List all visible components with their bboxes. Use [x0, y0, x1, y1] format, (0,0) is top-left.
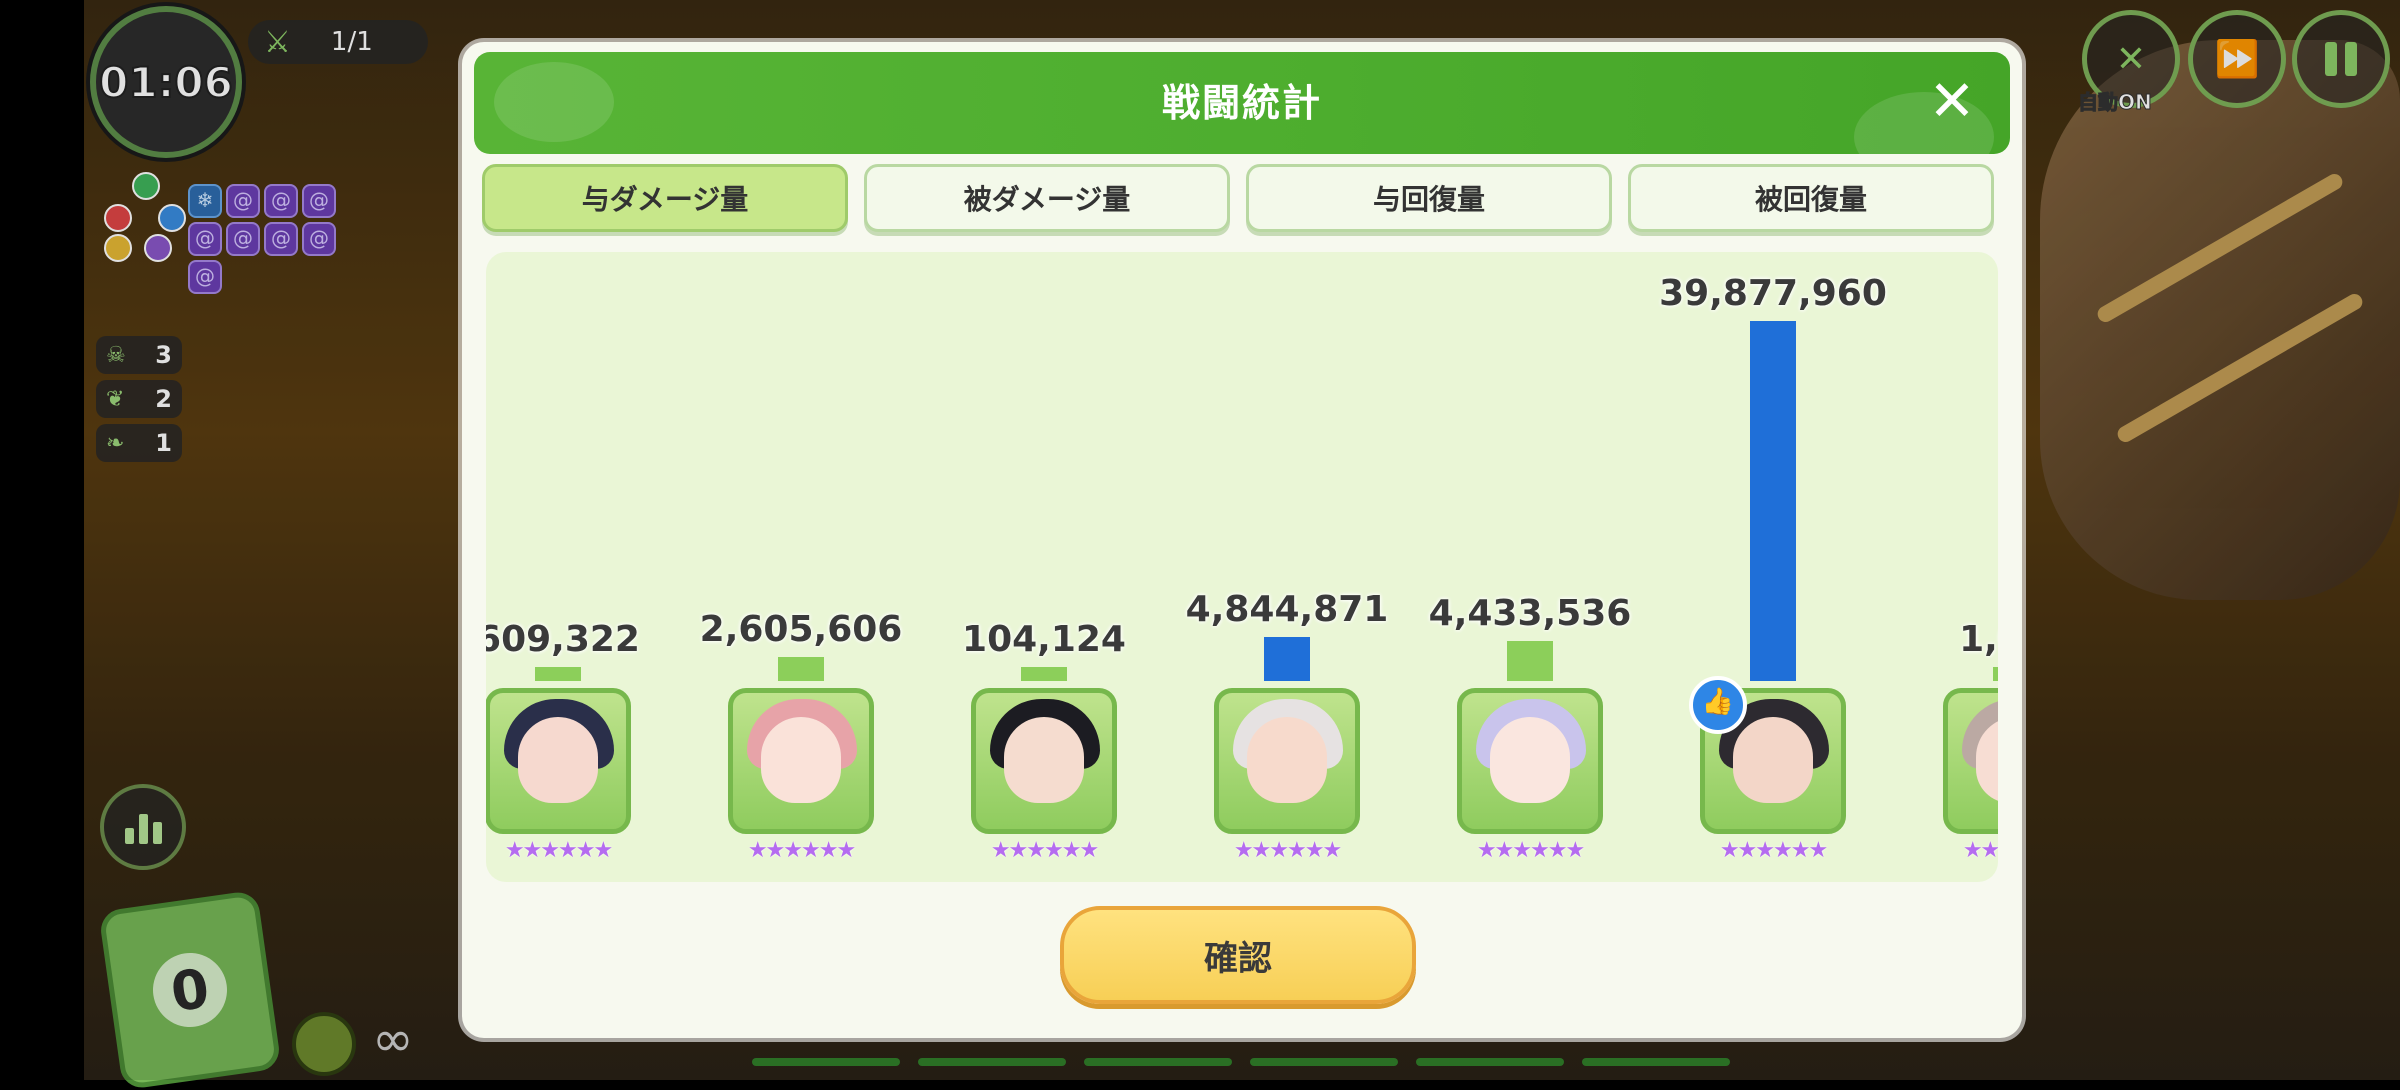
- character-column: 4,844,871 ★★★★★★: [1186, 252, 1389, 882]
- tab-damage-taken[interactable]: 被ダメージ量: [864, 164, 1230, 232]
- character-column: 609,322 ★★★★★★: [486, 252, 648, 882]
- damage-value-label: 104,124: [962, 619, 1126, 660]
- character-track[interactable]: 609,322 ★★★★★★ 2,605,606 ★★★★★★ 104,124 ★★★★★…: [486, 252, 1998, 882]
- character-face: [1247, 717, 1327, 803]
- character-column: 104,124 ★★★★★★: [954, 252, 1134, 882]
- mvp-badge-icon: 👍: [1689, 676, 1747, 734]
- character-portrait[interactable]: [1457, 688, 1603, 834]
- tab-damage-dealt[interactable]: 与ダメージ量: [482, 164, 848, 232]
- stats-tabs: 与ダメージ量 被ダメージ量 与回復量 被回復量: [482, 164, 1994, 232]
- battle-stats-dialog: 戦闘統計 ✕ 与ダメージ量 被ダメージ量 与回復量 被回復量 609,322 ★★…: [462, 42, 2022, 1038]
- character-portrait[interactable]: [728, 688, 874, 834]
- close-icon[interactable]: ✕: [1922, 72, 1982, 132]
- confirm-button[interactable]: 確認: [1060, 906, 1416, 1004]
- star-rating: ★★★★★★: [1476, 838, 1585, 863]
- damage-bar: [1021, 667, 1067, 681]
- dialog-header: 戦闘統計 ✕: [474, 52, 2010, 154]
- character-portrait[interactable]: [1214, 688, 1360, 834]
- character-face: [518, 717, 598, 803]
- damage-bar: [1507, 641, 1553, 681]
- character-column: 1,058 ★★★★★★: [1926, 252, 1998, 882]
- damage-value-label: 39,877,960: [1659, 273, 1887, 314]
- damage-value-label: 4,433,536: [1428, 593, 1632, 634]
- star-rating: ★★★★★★: [1233, 838, 1342, 863]
- tab-healing-done[interactable]: 与回復量: [1246, 164, 1612, 232]
- star-rating: ★★★★★★: [990, 838, 1099, 863]
- damage-chart: 609,322 ★★★★★★ 2,605,606 ★★★★★★ 104,124 ★★★★★…: [486, 252, 1998, 882]
- character-face: [1004, 717, 1084, 803]
- tab-healing-received[interactable]: 被回復量: [1628, 164, 1994, 232]
- page-indicator: [752, 1058, 1730, 1066]
- damage-bar: [778, 657, 824, 681]
- damage-value-label: 1,058: [1959, 619, 1998, 660]
- dialog-title: 戦闘統計: [1161, 81, 1322, 125]
- damage-bar: [1993, 667, 1998, 681]
- star-rating: ★★★★★★: [1962, 838, 1998, 863]
- damage-bar: [1264, 637, 1310, 681]
- star-rating: ★★★★★★: [504, 838, 613, 863]
- damage-value-label: 609,322: [486, 619, 640, 660]
- damage-bar: [535, 667, 581, 681]
- character-column: 4,433,536 ★★★★★★: [1429, 252, 1632, 882]
- character-face: [1490, 717, 1570, 803]
- character-face: [1733, 717, 1813, 803]
- damage-bar: [1750, 321, 1796, 681]
- character-face: [761, 717, 841, 803]
- character-column: 39,877,960 ★★★★★★ 👍: [1659, 252, 1887, 882]
- character-portrait[interactable]: [971, 688, 1117, 834]
- damage-value-label: 4,844,871: [1185, 589, 1389, 630]
- damage-value-label: 2,605,606: [699, 609, 903, 650]
- character-portrait[interactable]: [486, 688, 631, 834]
- star-rating: ★★★★★★: [747, 838, 856, 863]
- character-portrait[interactable]: [1943, 688, 1998, 834]
- star-rating: ★★★★★★: [1719, 838, 1828, 863]
- character-column: 2,605,606 ★★★★★★: [700, 252, 903, 882]
